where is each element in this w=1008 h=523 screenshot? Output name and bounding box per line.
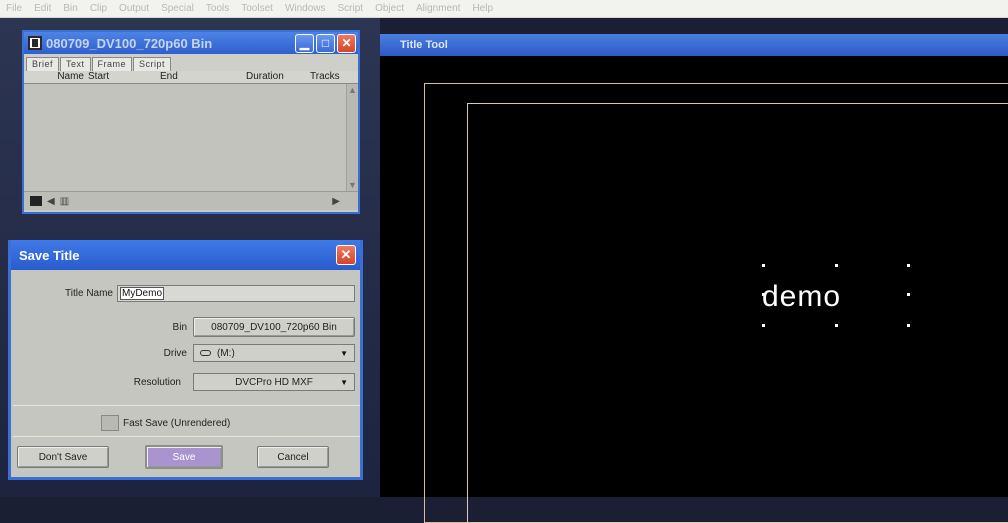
cancel-button[interactable]: Cancel <box>257 446 329 468</box>
title-safe-boundary <box>467 103 1008 523</box>
selection-handle[interactable] <box>762 324 765 327</box>
bin-label: Bin <box>172 321 187 333</box>
bin-row: Bin 080709_DV100_720p60 Bin <box>21 317 355 337</box>
title-name-input[interactable]: MyDemo <box>117 285 355 302</box>
menu-special[interactable]: Special <box>161 3 194 14</box>
title-name-row: Title Name MyDemo <box>21 285 355 302</box>
tab-frame[interactable]: Frame <box>91 57 133 71</box>
selection-handle[interactable] <box>762 293 765 296</box>
bin-column-headers: Name Start End Duration Tracks <box>24 71 358 84</box>
selection-handle[interactable] <box>835 264 838 267</box>
selection-handle[interactable] <box>907 293 910 296</box>
fast-save-row: Fast Save (Unrendered) <box>101 415 230 431</box>
resolution-label: Resolution <box>133 376 181 388</box>
close-button[interactable]: ✕ <box>337 33 356 53</box>
menu-script[interactable]: Script <box>338 3 364 14</box>
scroll-up-icon[interactable]: ▲ <box>348 85 357 95</box>
title-tool-window: Title Tool demo <box>380 34 1008 523</box>
drive-icon <box>200 350 211 356</box>
column-duration[interactable]: Duration <box>246 71 310 83</box>
dialog-title: Save Title <box>19 247 80 263</box>
resolution-value: DVCPro HD MXF <box>235 376 313 388</box>
text-object[interactable]: demo <box>762 280 841 314</box>
selection-handle[interactable] <box>907 264 910 267</box>
save-button[interactable]: Save <box>145 445 223 469</box>
dialog-close-button[interactable]: ✕ <box>336 245 356 265</box>
drive-value: (M:) <box>217 347 235 359</box>
menu-output[interactable]: Output <box>119 3 149 14</box>
drive-row: Drive (M:) ▼ <box>21 344 355 362</box>
minimize-icon: ▁ <box>299 36 310 50</box>
selection-handle[interactable] <box>835 324 838 327</box>
title-tool-title: Title Tool <box>400 39 448 51</box>
menu-tools[interactable]: Tools <box>206 3 229 14</box>
menu-edit[interactable]: Edit <box>34 3 51 14</box>
vertical-scrollbar[interactable]: ▲ ▼ <box>346 84 358 191</box>
divider <box>13 436 360 437</box>
selection-handle[interactable] <box>762 264 765 267</box>
scroll-left-icon[interactable]: ◀ <box>47 196 55 207</box>
maximize-icon: □ <box>321 36 330 50</box>
tab-script[interactable]: Script <box>133 57 172 71</box>
column-tracks[interactable]: Tracks <box>310 71 350 83</box>
bin-icon <box>28 36 42 50</box>
resolution-select[interactable]: DVCPro HD MXF ▼ <box>193 373 355 391</box>
minimize-button[interactable]: ▁ <box>295 33 314 53</box>
column-name[interactable]: Name <box>24 71 88 83</box>
menu-bin[interactable]: Bin <box>63 3 77 14</box>
title-tool-titlebar[interactable]: Title Tool <box>380 34 1008 56</box>
scroll-thumb-icon[interactable]: ▥ <box>60 196 69 207</box>
menu-object[interactable]: Object <box>375 3 404 14</box>
bin-titlebar[interactable]: 080709_DV100_720p60 Bin ▁ □ ✕ <box>24 32 358 54</box>
save-title-titlebar[interactable]: Save Title ✕ <box>11 240 360 270</box>
divider <box>13 405 360 406</box>
resolution-row: Resolution DVCPro HD MXF ▼ <box>21 373 355 391</box>
scroll-right-icon[interactable]: ▶ <box>332 196 340 207</box>
menu-toolset[interactable]: Toolset <box>241 3 273 14</box>
menu-windows[interactable]: Windows <box>285 3 326 14</box>
menu-help[interactable]: Help <box>472 3 493 14</box>
bin-select-button[interactable]: 080709_DV100_720p60 Bin <box>193 317 355 337</box>
bin-tabs: Brief Text Frame Script <box>24 54 358 71</box>
title-name-value: MyDemo <box>120 287 165 300</box>
menu-file[interactable]: File <box>6 3 22 14</box>
maximize-button[interactable]: □ <box>316 33 335 53</box>
bin-content-area[interactable]: ▲ ▼ <box>24 84 358 191</box>
column-end[interactable]: End <box>160 71 246 83</box>
save-title-dialog: Save Title ✕ Title Name MyDemo Bin 08070… <box>8 240 363 480</box>
dialog-buttons: Don't Save Save Cancel <box>17 445 329 469</box>
fast-menu-icon[interactable] <box>30 196 42 206</box>
selection-handle[interactable] <box>907 324 910 327</box>
tab-brief[interactable]: Brief <box>26 57 60 71</box>
drive-select[interactable]: (M:) ▼ <box>193 344 355 362</box>
drive-label: Drive <box>163 347 187 359</box>
title-name-label: Title Name <box>65 288 113 299</box>
menu-clip[interactable]: Clip <box>90 3 107 14</box>
close-icon: ✕ <box>341 36 352 50</box>
bin-title: 080709_DV100_720p60 Bin <box>46 35 213 51</box>
fast-save-label: Fast Save (Unrendered) <box>123 417 231 429</box>
column-start[interactable]: Start <box>88 71 160 83</box>
fast-save-checkbox[interactable] <box>101 415 119 431</box>
menu-alignment[interactable]: Alignment <box>416 3 460 14</box>
close-icon: ✕ <box>340 247 352 262</box>
tab-text[interactable]: Text <box>60 57 91 71</box>
bin-footer: ◀ ▥ ▶ <box>24 191 358 210</box>
bin-window: 080709_DV100_720p60 Bin ▁ □ ✕ Brief Text… <box>22 30 360 214</box>
menu-bar: File Edit Bin Clip Output Special Tools … <box>0 0 1008 18</box>
scroll-down-icon[interactable]: ▼ <box>348 180 357 190</box>
dont-save-button[interactable]: Don't Save <box>17 446 109 468</box>
chevron-down-icon: ▼ <box>340 348 348 358</box>
chevron-down-icon: ▼ <box>340 377 348 387</box>
